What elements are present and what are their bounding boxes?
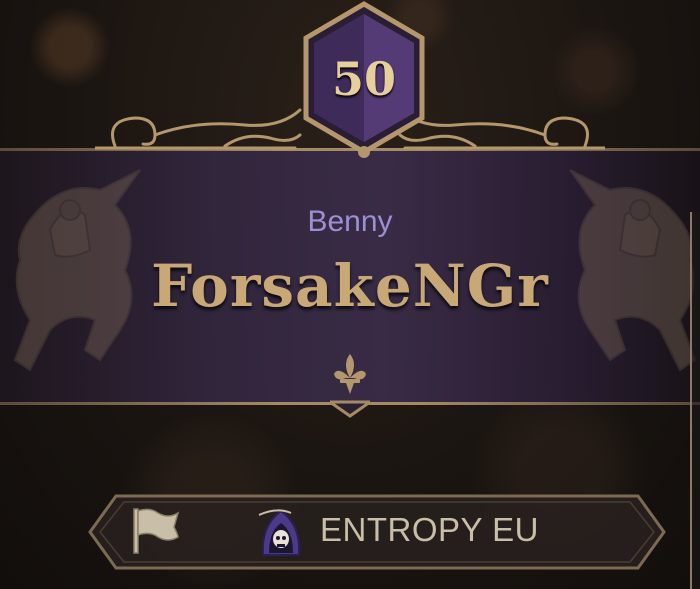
banner-notch bbox=[330, 400, 370, 418]
reaper-icon bbox=[258, 509, 301, 556]
level-number: 50 bbox=[331, 52, 396, 106]
side-panel-edge bbox=[690, 212, 700, 589]
player-name: ForsakeNGr bbox=[151, 252, 549, 320]
player-title: Benny bbox=[307, 205, 393, 238]
profile-card: 50 Benny ForsakeNGr ENTROPY EU bbox=[0, 0, 700, 589]
guild-name[interactable]: ENTROPY EU bbox=[320, 511, 539, 549]
fleur-de-lis-icon bbox=[334, 354, 366, 394]
flag-icon bbox=[133, 508, 180, 554]
